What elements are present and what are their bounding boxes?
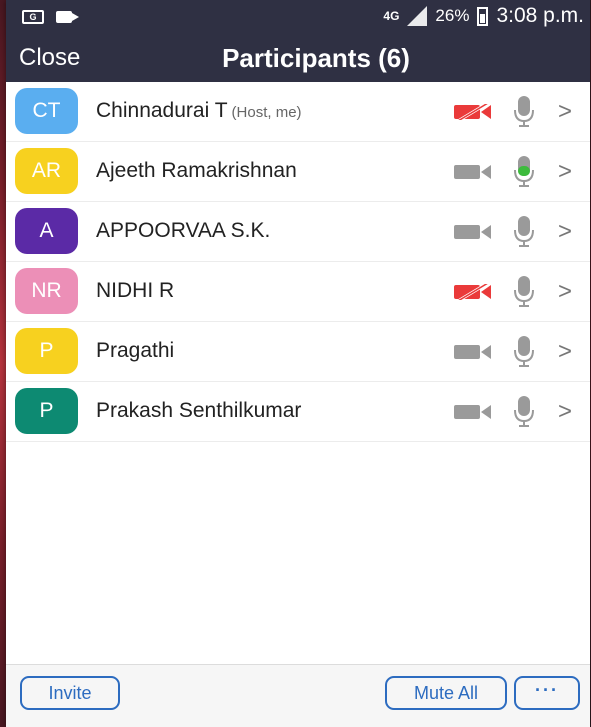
participant-name-text: Prakash Senthilkumar	[96, 399, 302, 422]
avatar: CT	[15, 88, 78, 134]
participant-name: Ajeeth Ramakrishnan	[96, 159, 301, 183]
camera-off-icon	[454, 101, 492, 123]
participant-name: Prakash Senthilkumar	[96, 399, 305, 423]
participant-row[interactable]: P Prakash Senthilkumar >	[6, 382, 590, 442]
avatar: AR	[15, 148, 78, 194]
participant-row[interactable]: A APPOORVAA S.K. >	[6, 202, 590, 262]
network-type: 4G	[383, 9, 400, 23]
participant-name-text: NIDHI R	[96, 279, 175, 302]
participant-row[interactable]: NR NIDHI R >	[6, 262, 590, 322]
battery-icon	[477, 6, 489, 26]
chevron-right-icon[interactable]: >	[558, 398, 572, 426]
microphone-icon	[514, 156, 534, 187]
signal-icon	[407, 6, 428, 26]
chevron-right-icon[interactable]: >	[558, 158, 572, 186]
participant-row[interactable]: CT Chinnadurai T (Host, me) >	[6, 82, 590, 142]
participant-name-text: Chinnadurai T	[96, 99, 228, 122]
participant-name-text: Ajeeth Ramakrishnan	[96, 159, 297, 182]
camera-off-icon	[454, 281, 492, 303]
participant-name: Pragathi	[96, 339, 178, 363]
participant-name-text: Pragathi	[96, 339, 175, 362]
participant-row[interactable]: AR Ajeeth Ramakrishnan >	[6, 142, 590, 202]
avatar: P	[15, 388, 78, 434]
avatar: P	[15, 328, 78, 374]
more-options-button[interactable]: ···	[514, 676, 580, 710]
invite-button[interactable]: Invite	[20, 676, 120, 710]
chevron-right-icon[interactable]: >	[558, 338, 572, 366]
camera-icon	[454, 404, 492, 420]
google-notification-icon: G	[22, 10, 44, 24]
battery-percent: 26%	[435, 6, 470, 25]
participant-name: NIDHI R	[96, 279, 178, 303]
avatar: A	[15, 208, 78, 254]
chevron-right-icon[interactable]: >	[558, 98, 572, 126]
camera-icon	[454, 164, 492, 180]
chevron-right-icon[interactable]: >	[558, 278, 572, 306]
participant-role-tag: (Host, me)	[231, 104, 302, 121]
participant-name-text: APPOORVAA S.K.	[96, 219, 271, 242]
page-title: Participants (6)	[222, 43, 410, 73]
clock: 3:08 p.m.	[496, 4, 584, 27]
video-notification-icon	[56, 11, 79, 23]
camera-icon	[454, 344, 492, 360]
microphone-icon	[514, 276, 534, 307]
bottom-toolbar: Invite Mute All ···	[6, 664, 590, 727]
status-bar: G 4G 26% 3:08 p.m.	[6, 0, 590, 36]
microphone-icon	[514, 96, 534, 127]
mute-all-button[interactable]: Mute All	[385, 676, 507, 710]
app-window: G 4G 26% 3:08 p.m. Close Participants (6…	[6, 0, 590, 727]
participant-name: Chinnadurai T (Host, me)	[96, 99, 302, 123]
microphone-icon	[514, 216, 534, 247]
microphone-icon	[514, 336, 534, 367]
header-bar: Close Participants (6)	[6, 36, 590, 82]
avatar: NR	[15, 268, 78, 314]
camera-icon	[454, 224, 492, 240]
chevron-right-icon[interactable]: >	[558, 218, 572, 246]
participant-list: CT Chinnadurai T (Host, me) > AR Ajeeth Ramak…	[6, 82, 590, 442]
participant-row[interactable]: P Pragathi >	[6, 322, 590, 382]
microphone-icon	[514, 396, 534, 427]
participant-name: APPOORVAA S.K.	[96, 219, 274, 243]
